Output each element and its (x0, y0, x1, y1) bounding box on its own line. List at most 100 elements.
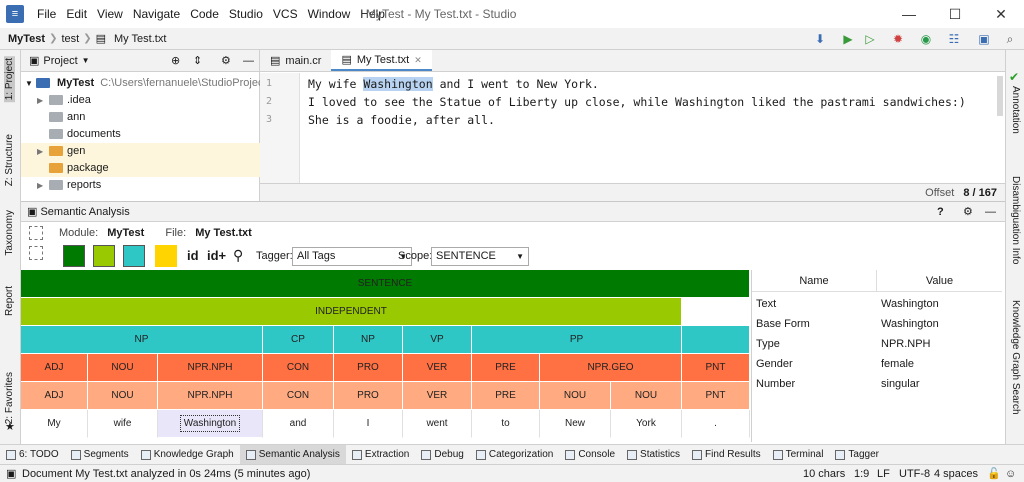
bottom-tab-console[interactable]: Console (559, 445, 621, 465)
menu-window[interactable]: Window (303, 0, 356, 28)
status-indent[interactable]: 4 spaces (934, 465, 978, 482)
pos-cell[interactable]: NPR.NPH (158, 354, 263, 382)
breadcrumb-folder[interactable]: test (57, 33, 83, 45)
close-icon[interactable]: ✕ (414, 49, 422, 71)
editor-scrollbar[interactable] (997, 76, 1003, 116)
status-line-separator[interactable]: LF (877, 465, 890, 482)
pos-base-cell[interactable]: NOU (88, 382, 158, 410)
pos-base-cell[interactable]: NPR.NPH (158, 382, 263, 410)
help-icon[interactable]: ? (937, 202, 944, 222)
select-region-icon[interactable] (29, 246, 43, 260)
word-cell[interactable]: York (611, 410, 682, 438)
gear-icon[interactable]: ⚙ (221, 54, 231, 67)
tab-main-cr[interactable]: ▤ main.cr (260, 50, 331, 71)
pos-base-cell[interactable]: VER (403, 382, 472, 410)
menu-view[interactable]: View (92, 0, 128, 28)
search-icon[interactable]: ⌕ (1002, 31, 1018, 47)
sentence-level-swatch[interactable] (63, 245, 85, 267)
pos-base-cell[interactable]: NOU (540, 382, 611, 410)
menu-vcs[interactable]: VCS (268, 0, 303, 28)
word-cell[interactable]: My (21, 410, 88, 438)
word-cell[interactable]: Washington (158, 410, 263, 438)
word-cell[interactable]: . (682, 410, 750, 438)
bottom-tab-knowledge-graph[interactable]: Knowledge Graph (135, 445, 240, 465)
pos-base-cell[interactable]: CON (263, 382, 334, 410)
pos-cell[interactable]: VER (403, 354, 472, 382)
minimize-button[interactable]: — (886, 0, 932, 28)
tree-item[interactable]: ann (21, 109, 260, 126)
phrase-cell[interactable]: CP (263, 326, 334, 354)
gear-icon[interactable]: ⚙ (963, 202, 973, 222)
word-cell[interactable]: wife (88, 410, 158, 438)
menu-navigate[interactable]: Navigate (128, 0, 185, 28)
bottom-tab-categorization[interactable]: Categorization (470, 445, 559, 465)
tab-structure[interactable]: Z: Structure (4, 134, 15, 186)
code-line-3[interactable]: She is a foodie, after all. (308, 113, 495, 127)
settings-sliders-icon[interactable]: ☷ (946, 31, 962, 47)
code-line-1[interactable]: My wife Washington and I went to New Yor… (308, 77, 599, 91)
tab-annotation[interactable]: Annotation (1010, 86, 1021, 134)
word-cell[interactable]: I (334, 410, 403, 438)
tree-item[interactable]: ▶ reports (21, 177, 260, 194)
run-icon[interactable]: ▶ (840, 31, 856, 47)
status-message[interactable]: Document My Test.txt analyzed in 0s 24ms… (22, 465, 310, 482)
word-cell[interactable]: and (263, 410, 334, 438)
pos-base-cell[interactable]: PRO (334, 382, 403, 410)
pos-cell[interactable]: ADJ (21, 354, 88, 382)
phrase-cell[interactable]: NP (334, 326, 403, 354)
pos-cell[interactable]: NOU (88, 354, 158, 382)
close-button[interactable]: ✕ (978, 0, 1024, 28)
independent-cell[interactable]: INDEPENDENT (21, 298, 682, 326)
notifications-icon[interactable]: ☺ (1005, 465, 1016, 482)
bottom-tab-extraction[interactable]: Extraction (346, 445, 415, 465)
menu-code[interactable]: Code (185, 0, 224, 28)
code-line-2[interactable]: I loved to see the Statue of Liberty up … (308, 95, 966, 109)
tree-item[interactable]: documents (21, 126, 260, 143)
target-icon[interactable]: ⊕ (171, 54, 180, 67)
bottom-tab-6-todo[interactable]: 6: TODO (0, 445, 65, 465)
record-icon[interactable]: ◉ (918, 31, 934, 47)
id-plus-icon[interactable]: id+ (207, 248, 226, 263)
breadcrumb-project[interactable]: MyTest (0, 33, 49, 45)
phrase-cell[interactable]: VP (403, 326, 472, 354)
sentence-cell[interactable]: SENTENCE (21, 270, 750, 298)
word-cell[interactable]: New (540, 410, 611, 438)
tagger-select[interactable]: All Tags ▼ (292, 247, 412, 266)
phrase-cell[interactable] (682, 326, 750, 354)
chevron-down-icon[interactable]: ▼ (82, 56, 90, 65)
status-encoding[interactable]: UTF-8 (899, 465, 930, 482)
pos-base-cell[interactable]: NOU (611, 382, 682, 410)
status-position[interactable]: 1:9 (854, 465, 869, 482)
pos-cell[interactable]: PNT (682, 354, 750, 382)
lock-icon[interactable]: 🔓 (987, 465, 1001, 482)
collapse-icon[interactable]: ⇕ (193, 54, 202, 67)
chevron-right-icon[interactable]: ▶ (37, 92, 49, 109)
hide-icon[interactable]: — (243, 55, 254, 67)
bottom-tab-segments[interactable]: Segments (65, 445, 135, 465)
highlight-swatch[interactable] (155, 245, 177, 267)
id-icon[interactable]: id (187, 248, 199, 263)
window-icon[interactable]: ▣ (976, 31, 992, 47)
tab-my-test-txt[interactable]: ▤ My Test.txt ✕ (331, 49, 432, 71)
pos-cell[interactable]: CON (263, 354, 334, 382)
download-icon[interactable]: ⬇ (812, 31, 828, 47)
bottom-tab-terminal[interactable]: Terminal (767, 445, 830, 465)
project-view-selector[interactable]: Project (43, 55, 77, 67)
pos-cell[interactable]: NPR.GEO (540, 354, 682, 382)
bottom-tab-debug[interactable]: Debug (415, 445, 469, 465)
pos-cell[interactable]: PRE (472, 354, 540, 382)
pos-base-cell[interactable]: PNT (682, 382, 750, 410)
location-pin-icon[interactable]: ⚲ (233, 247, 243, 264)
select-all-icon[interactable] (29, 226, 43, 240)
chevron-right-icon[interactable]: ▶ (37, 143, 49, 160)
pos-base-cell[interactable]: ADJ (21, 382, 88, 410)
tree-root[interactable]: ▼ MyTest C:\Users\fernanuele\StudioProje… (21, 75, 260, 92)
pos-base-cell[interactable]: PRE (472, 382, 540, 410)
pos-cell[interactable]: PRO (334, 354, 403, 382)
phrase-cell[interactable]: NP (21, 326, 263, 354)
menu-edit[interactable]: Edit (61, 0, 92, 28)
maximize-button[interactable]: ☐ (932, 0, 978, 28)
breadcrumb-file[interactable]: My Test.txt (110, 33, 170, 45)
bottom-tab-tagger[interactable]: Tagger (829, 445, 885, 465)
run-file-icon[interactable]: ▷ (862, 31, 878, 47)
